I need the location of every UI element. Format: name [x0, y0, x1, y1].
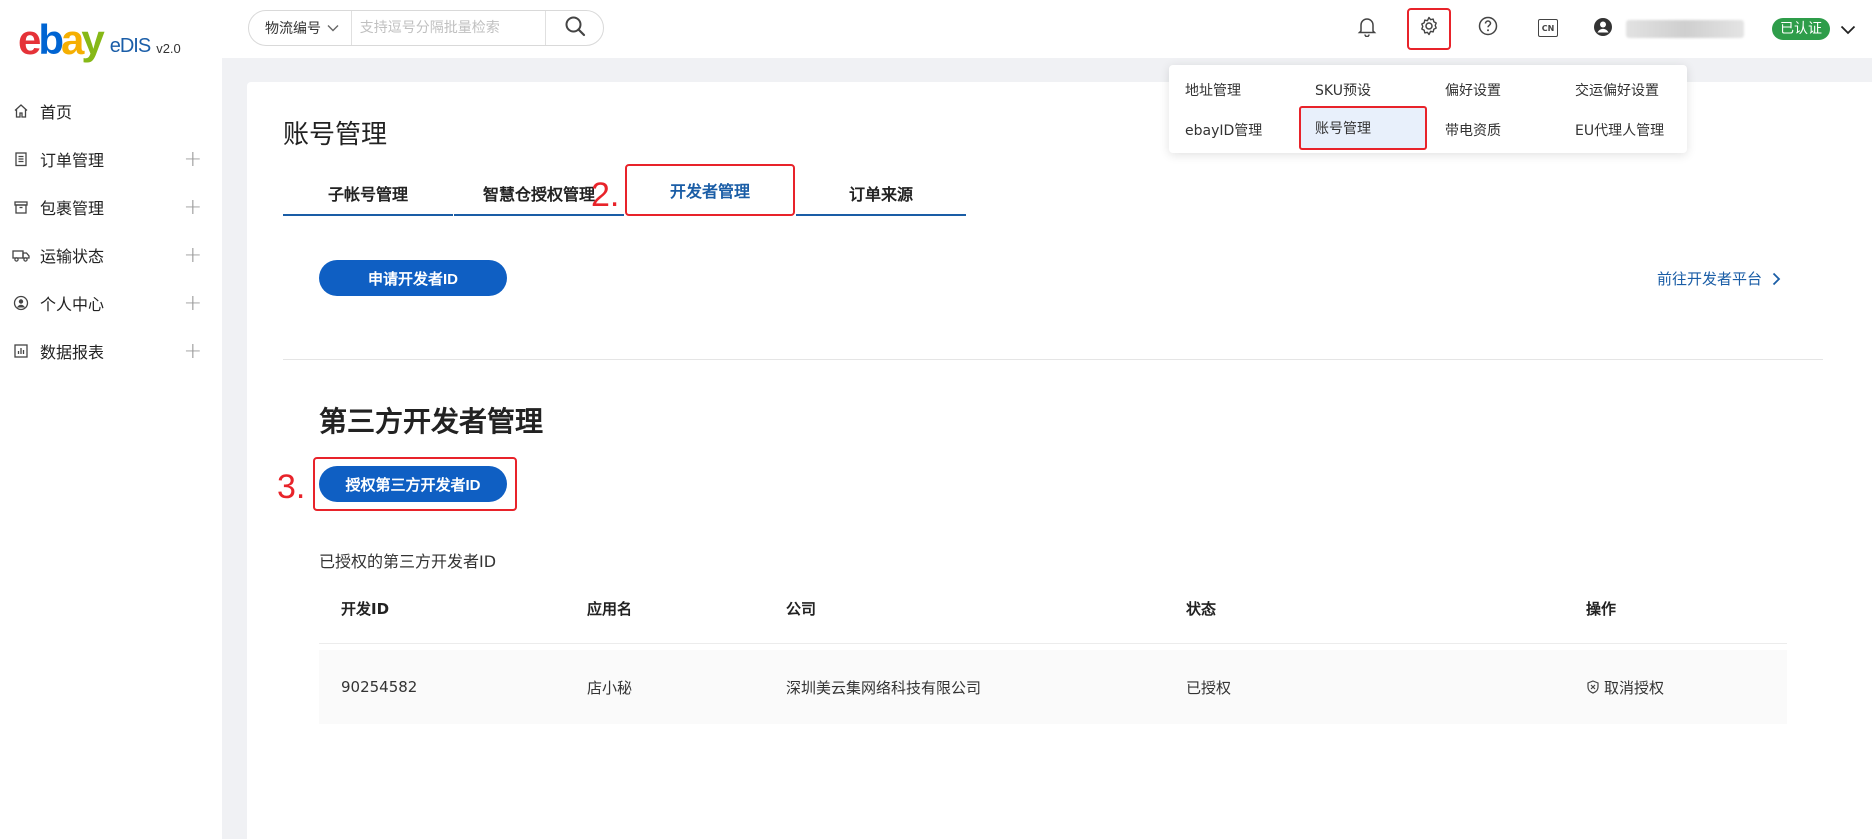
search-input[interactable]	[351, 11, 546, 45]
avatar-icon	[1592, 16, 1614, 42]
sidebar-item-label: 数据报表	[40, 343, 105, 362]
help-button[interactable]	[1474, 14, 1502, 42]
user-menu[interactable]: 已认证	[1592, 14, 1856, 44]
apply-developer-id-button[interactable]: 申请开发者ID	[319, 260, 507, 296]
sidebar-item-personal-center[interactable]: 个人中心 +	[0, 279, 222, 327]
authorized-developers-table: 开发ID 应用名 公司 状态 操作 90254582 店小秘 深圳美云集网络科技…	[319, 574, 1787, 724]
search-button[interactable]	[545, 11, 603, 45]
ebay-wordmark: ebay	[18, 16, 105, 63]
column-header-app-name: 应用名	[587, 600, 633, 618]
table-header: 开发ID 应用名 公司 状态 操作	[319, 574, 1787, 644]
tab-sub-accounts[interactable]: 子帐号管理	[283, 172, 453, 216]
column-header-dev-id: 开发ID	[341, 600, 390, 618]
settings-dropdown-menu: 地址管理 SKU预设 偏好设置 交运偏好设置 ebayID管理 账号管理 带电资…	[1169, 65, 1687, 153]
menu-item-preferences[interactable]: 偏好设置	[1431, 70, 1559, 110]
cell-app-name: 店小秘	[587, 678, 633, 697]
home-icon	[12, 102, 30, 120]
menu-item-sku-preset[interactable]: SKU预设	[1301, 70, 1429, 110]
sidebar-item-label: 运输状态	[40, 247, 105, 266]
sidebar-nav: 首页 订单管理 + 包裹管理 + 运输状态 + 个人中心 + 数据报表 +	[0, 87, 222, 375]
sidebar-item-packages[interactable]: 包裹管理 +	[0, 183, 222, 231]
truck-icon	[12, 246, 30, 264]
report-icon	[12, 342, 30, 360]
sidebar-item-label: 订单管理	[40, 151, 105, 170]
search-icon	[564, 15, 586, 41]
column-header-status: 状态	[1186, 600, 1217, 618]
sidebar-item-reports[interactable]: 数据报表 +	[0, 327, 222, 375]
page-title: 账号管理	[283, 120, 388, 150]
authorized-list-label: 已授权的第三方开发者ID	[319, 552, 497, 571]
main-content-card: 账号管理 子帐号管理 智慧仓授权管理 开发者管理 订单来源 2. 申请开发者ID…	[247, 82, 1872, 839]
user-icon	[12, 294, 30, 312]
settings-button[interactable]	[1415, 14, 1443, 42]
expand-plus-icon[interactable]: +	[184, 339, 202, 364]
cell-dev-id: 90254582	[341, 678, 418, 696]
developer-platform-link[interactable]: 前往开发者平台	[1657, 268, 1781, 289]
ebay-logo[interactable]: ebay eDIS v2.0	[18, 16, 181, 63]
revoke-authorization-label: 取消授权	[1604, 678, 1665, 697]
tab-bar: 子帐号管理 智慧仓授权管理 开发者管理 订单来源	[283, 164, 967, 216]
menu-item-account-management[interactable]: 账号管理	[1299, 106, 1427, 150]
sidebar-item-label: 包裹管理	[40, 199, 105, 218]
table-row: 90254582 店小秘 深圳美云集网络科技有限公司 已授权 取消授权	[319, 650, 1787, 724]
sidebar-item-orders[interactable]: 订单管理 +	[0, 135, 222, 183]
logo-product-name: eDIS	[109, 35, 151, 57]
notification-bell-button[interactable]	[1353, 14, 1381, 42]
column-header-actions: 操作	[1586, 600, 1617, 618]
order-icon	[12, 150, 30, 168]
revoke-authorization-button[interactable]: 取消授权	[1586, 677, 1786, 698]
top-header: 物流编号 CN 已认证	[222, 0, 1872, 58]
search-bar: 物流编号	[248, 10, 604, 46]
cell-status: 已授权	[1186, 678, 1232, 697]
username-blurred	[1626, 20, 1744, 38]
sidebar-item-label: 个人中心	[40, 295, 105, 314]
sidebar-item-shipping-status[interactable]: 运输状态 +	[0, 231, 222, 279]
language-button[interactable]: CN	[1534, 14, 1562, 42]
menu-item-battery-qualification[interactable]: 带电资质	[1431, 110, 1559, 150]
sidebar-item-label: 首页	[40, 103, 73, 122]
verified-badge: 已认证	[1772, 18, 1830, 40]
bell-icon	[1356, 15, 1378, 41]
menu-item-ebayid[interactable]: ebayID管理	[1171, 110, 1299, 150]
sidebar: ebay eDIS v2.0 首页 订单管理 + 包裹管理 + 运输状态 + 个…	[0, 0, 222, 839]
chevron-down-icon[interactable]	[1840, 20, 1856, 39]
tab-order-source[interactable]: 订单来源	[796, 172, 966, 216]
column-header-company: 公司	[786, 600, 817, 618]
step-3-annotation: 3.	[277, 468, 306, 506]
expand-plus-icon[interactable]: +	[184, 243, 202, 268]
help-icon	[1477, 15, 1499, 41]
chevron-right-icon	[1772, 272, 1781, 286]
search-type-select[interactable]: 物流编号	[249, 11, 352, 45]
search-type-label: 物流编号	[265, 21, 321, 37]
cell-company: 深圳美云集网络科技有限公司	[786, 678, 982, 697]
section-divider	[283, 359, 1823, 360]
menu-item-address[interactable]: 地址管理	[1171, 70, 1299, 110]
chevron-down-icon	[327, 21, 339, 35]
expand-plus-icon[interactable]: +	[184, 195, 202, 220]
expand-plus-icon[interactable]: +	[184, 147, 202, 172]
menu-item-eu-agent[interactable]: EU代理人管理	[1561, 110, 1685, 150]
language-cn-icon: CN	[1538, 19, 1558, 37]
revoke-shield-icon	[1586, 680, 1600, 694]
tab-developer-management[interactable]: 开发者管理	[625, 164, 795, 216]
logo-version: v2.0	[156, 41, 181, 56]
expand-plus-icon[interactable]: +	[184, 291, 202, 316]
sidebar-item-home[interactable]: 首页	[0, 87, 222, 135]
gear-icon	[1418, 15, 1440, 41]
developer-platform-link-label: 前往开发者平台	[1657, 270, 1763, 288]
package-icon	[12, 198, 30, 216]
authorize-third-party-button[interactable]: 授权第三方开发者ID	[319, 466, 507, 502]
third-party-section-title: 第三方开发者管理	[319, 405, 544, 438]
menu-item-shipping-preferences[interactable]: 交运偏好设置	[1561, 70, 1685, 110]
step-2-annotation: 2.	[591, 176, 620, 214]
